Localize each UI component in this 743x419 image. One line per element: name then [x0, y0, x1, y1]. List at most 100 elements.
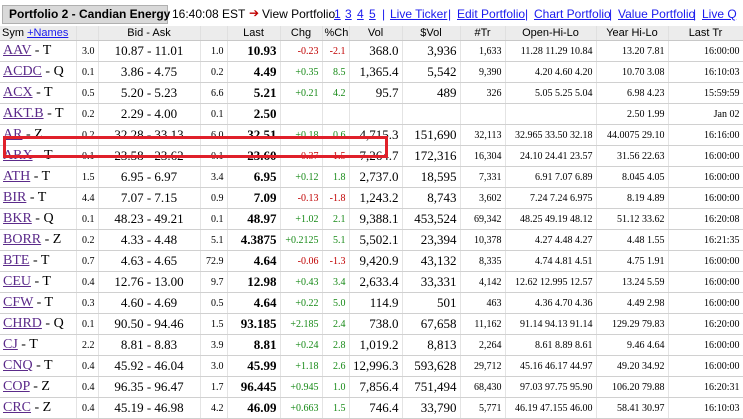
table-row: ACX - T 0.5 5.20 - 5.23 6.6 5.21 +0.21 4.2 95.7… [0, 82, 743, 104]
ticker-link[interactable]: BTE [3, 253, 29, 268]
open-hi-lo-cell: 6.91 7.07 6.89 [505, 166, 597, 188]
change-cell: -0.13 [280, 187, 323, 209]
trades-cell: 7,331 [460, 166, 506, 188]
open-hi-lo-cell: 45.16 46.17 44.97 [505, 355, 597, 377]
last-trade-time-cell: 16:21:35 [668, 229, 743, 251]
exchange-label: - Z [33, 379, 50, 394]
symbol-cell: AAV - T [0, 40, 77, 62]
ask-size-cell: 1.5 [200, 313, 228, 335]
last-price-cell: 4.3875 [227, 229, 281, 251]
ticker-link[interactable]: CJ [3, 337, 18, 352]
chart-portfolio-link[interactable]: Chart Portfolio [534, 7, 611, 21]
ticker-link[interactable]: CFW [3, 295, 33, 310]
bid-ask-cell: 45.92 - 46.04 [98, 355, 201, 377]
ticker-link[interactable]: BIR [3, 190, 26, 205]
last-trade-time-cell: 16:00:00 [668, 187, 743, 209]
bid-ask-cell: 12.76 - 13.00 [98, 271, 201, 293]
dollar-volume-cell: 8,813 [402, 334, 461, 356]
symbol-cell: COP - Z [0, 376, 77, 398]
trades-cell: 326 [460, 82, 506, 104]
ticker-link[interactable]: AKT.B [3, 106, 44, 121]
ticker-link[interactable]: CRC [3, 400, 31, 415]
year-hi-lo-cell: 6.98 4.23 [596, 82, 669, 104]
portfolio-link-3[interactable]: 3 [345, 7, 352, 21]
names-toggle-link[interactable]: +Names [27, 27, 68, 39]
ticker-link[interactable]: ARX [3, 148, 33, 163]
pct-change-cell: 2.4 [322, 313, 350, 335]
pct-change-cell: -1.8 [322, 187, 350, 209]
year-hi-lo-cell: 8.19 4.89 [596, 187, 669, 209]
volume-cell: 5,502.1 [349, 229, 403, 251]
last-trade-time-cell: 16:10:03 [668, 397, 743, 419]
bid-ask-cell: 48.23 - 49.21 [98, 208, 201, 230]
ticker-link[interactable]: CEU [3, 274, 31, 289]
volume-cell: 368.0 [349, 40, 403, 62]
ticker-link[interactable]: ACDC [3, 64, 42, 79]
bid-ask-cell: 10.87 - 11.01 [98, 40, 201, 62]
pct-change-cell: 5.0 [322, 292, 350, 314]
separator: | [448, 7, 452, 21]
year-hi-lo-cell: 49.20 34.92 [596, 355, 669, 377]
symbol-cell: ATH - T [0, 166, 77, 188]
open-hi-lo-cell: 11.28 11.29 10.84 [505, 40, 597, 62]
last-price-cell: 48.97 [227, 208, 281, 230]
ticker-link[interactable]: COP [3, 379, 30, 394]
dollar-volume-cell: 8,743 [402, 187, 461, 209]
symbol-cell: ACX - T [0, 82, 77, 104]
bid-size-cell: 0.1 [76, 208, 99, 230]
last-price-cell: 12.98 [227, 271, 281, 293]
open-hi-lo-cell: 46.19 47.155 46.00 [505, 397, 597, 419]
last-trade-time-cell: 16:20:31 [668, 376, 743, 398]
separator: | [525, 7, 529, 21]
bid-ask-cell: 96.35 - 96.47 [98, 376, 201, 398]
ticker-link[interactable]: BORR [3, 232, 41, 247]
exchange-label: - Z [44, 232, 62, 247]
portfolio-link-4[interactable]: 4 [357, 7, 364, 21]
portfolio-link-5[interactable]: 5 [369, 7, 376, 21]
ask-size-cell: 0.5 [200, 292, 228, 314]
live-quote-link[interactable]: Live Q [702, 7, 737, 21]
pct-change-cell: 2.8 [322, 334, 350, 356]
ticker-link[interactable]: AAV [3, 43, 31, 58]
symbol-cell: BIR - T [0, 187, 77, 209]
bid-ask-cell: 45.19 - 46.98 [98, 397, 201, 419]
value-portfolio-link[interactable]: Value Portfolio [618, 7, 695, 21]
last-trade-time-cell: Jan 02 [668, 103, 743, 125]
last-trade-time-cell: 16:16:00 [668, 124, 743, 146]
ticker-link[interactable]: ATH [3, 169, 30, 184]
ticker-link[interactable]: CHRD [3, 316, 42, 331]
open-hi-lo-cell: 4.27 4.48 4.27 [505, 229, 597, 251]
table-header-row: Sym +Names Bid - Ask Last Chg %Ch Vol $V… [0, 26, 743, 41]
edit-portfolio-link[interactable]: Edit Portfolio [457, 7, 525, 21]
ticker-link[interactable]: BKR [3, 211, 32, 226]
exchange-label: - T [34, 43, 52, 58]
change-cell: +2.185 [280, 313, 323, 335]
bid-ask-cell: 4.33 - 4.48 [98, 229, 201, 251]
symbol-cell: ARX - T [0, 145, 77, 167]
change-cell: +1.02 [280, 208, 323, 230]
symbol-cell: BORR - Z [0, 229, 77, 251]
pct-change-cell: -1.5 [322, 145, 350, 167]
dollar-volume-cell: 33,331 [402, 271, 461, 293]
ticker-link[interactable]: AR [3, 127, 22, 142]
ticker-link[interactable]: ACX [3, 85, 33, 100]
trades-cell: 9,390 [460, 61, 506, 83]
last-price-cell: 5.21 [227, 82, 281, 104]
last-trade-time-cell: 16:00:00 [668, 250, 743, 272]
separator: | [382, 7, 386, 21]
change-cell: -0.06 [280, 250, 323, 272]
col-dollar-vol: $Vol [402, 26, 461, 41]
clock-time: 16:40:08 EST [172, 7, 246, 21]
trades-cell: 16,304 [460, 145, 506, 167]
ask-size-cell: 0.1 [200, 208, 228, 230]
pct-change-cell: 2.6 [322, 355, 350, 377]
portfolio-title: Portfolio 2 - Candian Energy [2, 5, 170, 24]
portfolio-link-1[interactable]: 1 [334, 7, 341, 21]
col-trades: #Tr [460, 26, 506, 41]
open-hi-lo-cell: 4.20 4.60 4.20 [505, 61, 597, 83]
portfolio-toolbar: Portfolio 2 - Candian Energy 16:40:08 ES… [0, 5, 743, 24]
trades-cell: 8,335 [460, 250, 506, 272]
ticker-link[interactable]: CNQ [3, 358, 33, 373]
table-row: BIR - T 4.4 7.07 - 7.15 0.9 7.09 -0.13 -1.8 1,2… [0, 187, 743, 209]
live-ticker-link[interactable]: Live Ticker [390, 7, 447, 21]
